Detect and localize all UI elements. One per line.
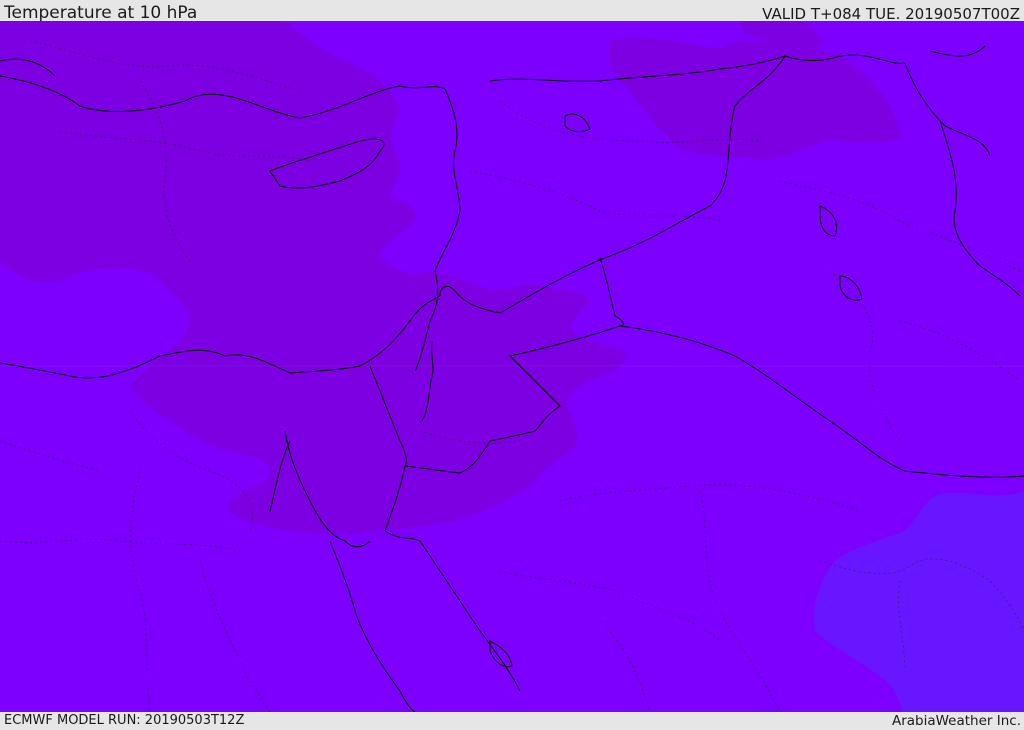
temperature-map xyxy=(0,21,1024,712)
credit-label: ArabiaWeather Inc. xyxy=(891,713,1021,729)
weather-map-frame: Temperature at 10 hPa VALID T+084 TUE. 2… xyxy=(0,0,1024,729)
footer-bar: ECMWF MODEL RUN: 20190503T12Z ArabiaWeat… xyxy=(0,712,1024,729)
map-title: Temperature at 10 hPa xyxy=(4,3,198,23)
map-canvas xyxy=(0,21,1024,712)
model-run-label: ECMWF MODEL RUN: 20190503T12Z xyxy=(4,713,245,728)
header-bar: Temperature at 10 hPa VALID T+084 TUE. 2… xyxy=(0,0,1024,23)
